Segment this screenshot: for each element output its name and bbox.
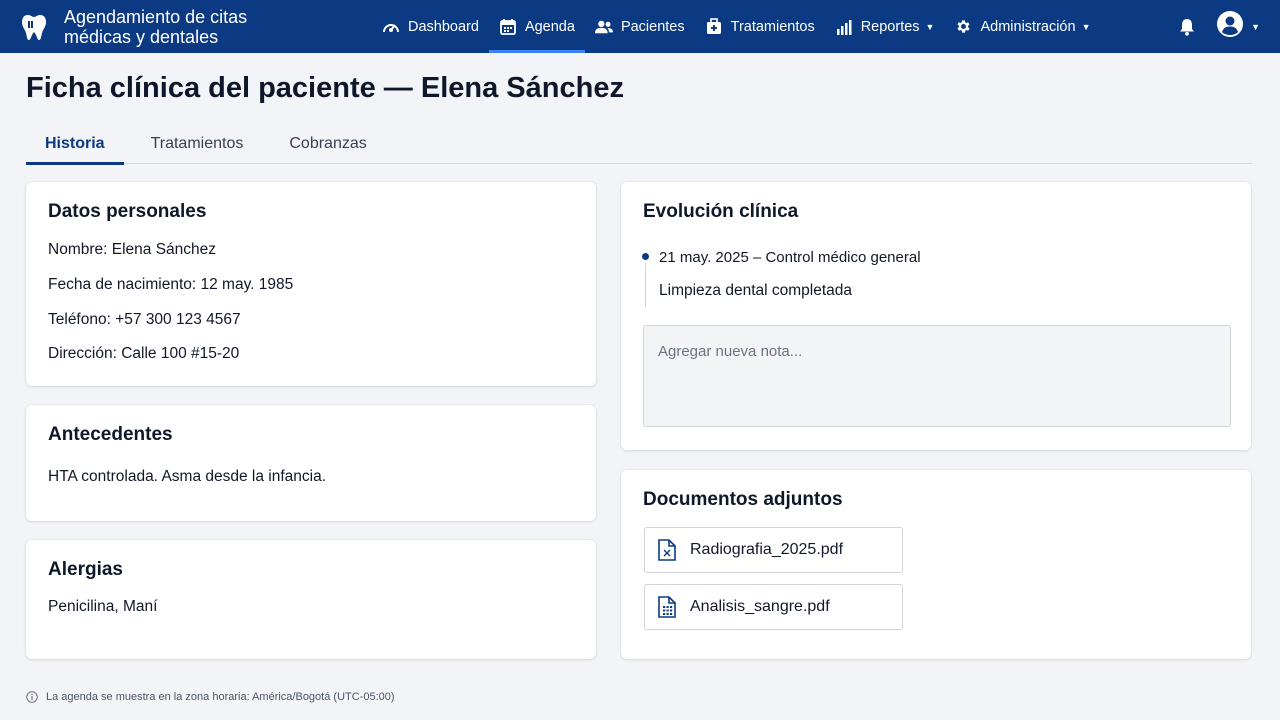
calendar-icon <box>499 18 517 36</box>
nav-pacientes-label: Pacientes <box>620 18 685 35</box>
nav-agenda[interactable]: Agenda <box>488 0 585 53</box>
nav-administracion[interactable]: Administración ▼ <box>944 0 1100 53</box>
nav-dashboard[interactable]: Dashboard <box>372 0 489 53</box>
nav-pacientes[interactable]: Pacientes <box>585 0 695 53</box>
bar-chart-icon <box>835 18 853 36</box>
document-item-analisis[interactable]: Analisis_sangre.pdf <box>644 584 903 630</box>
antecedentes-card: Antecedentes HTA controlada. Asma desde … <box>26 405 596 521</box>
page-title: Ficha clínica del paciente — Elena Sánch… <box>26 72 624 104</box>
users-icon <box>594 18 613 36</box>
main-nav: Dashboard Agenda Pacientes Tratamientos … <box>372 0 1100 53</box>
dashboard-gauge-icon <box>382 18 400 36</box>
timeline-entry-note: Limpieza dental completada <box>659 282 853 299</box>
patient-birthdate: Fecha de nacimiento: 12 may. 1985 <box>48 276 294 293</box>
clinical-evolution-card: Evolución clínica 21 may. 2025 – Control… <box>621 182 1251 450</box>
tooth-logo-icon <box>20 13 48 41</box>
info-icon <box>26 691 38 703</box>
attached-documents-heading: Documentos adjuntos <box>643 489 843 510</box>
document-item-radiografia[interactable]: Radiografia_2025.pdf <box>644 527 903 573</box>
patient-tabs: Historia Tratamientos Cobranzas <box>26 124 1252 165</box>
top-navbar: Agendamiento de citas médicas y dentales… <box>0 0 1280 53</box>
chevron-down-icon: ▼ <box>1081 21 1091 32</box>
top-actions: ▼ <box>1179 0 1260 53</box>
alergias-text: Penicilina, Maní <box>48 598 158 615</box>
timezone-note-text: La agenda se muestra en la zona horaria:… <box>46 691 395 703</box>
app-title: Agendamiento de citas médicas y dentales <box>64 6 248 47</box>
spreadsheet-file-icon <box>657 596 677 618</box>
document-name: Radiografia_2025.pdf <box>690 541 844 558</box>
timeline-dot <box>642 253 649 260</box>
patient-address: Dirección: Calle 100 #15-20 <box>48 345 240 362</box>
alergias-heading: Alergias <box>48 559 123 580</box>
chevron-down-icon: ▼ <box>925 21 935 32</box>
nav-agenda-label: Agenda <box>524 18 575 35</box>
patient-name: Nombre: Elena Sánchez <box>48 241 217 258</box>
nav-reportes[interactable]: Reportes ▼ <box>825 0 945 53</box>
nav-administracion-label: Administración <box>980 18 1076 35</box>
account-menu[interactable]: ▼ <box>1217 11 1260 42</box>
timeline-line <box>645 263 646 307</box>
timezone-note: La agenda se muestra en la zona horaria:… <box>26 691 395 703</box>
document-name: Analisis_sangre.pdf <box>690 598 830 615</box>
notifications-bell-icon[interactable] <box>1179 18 1195 36</box>
tab-tratamientos[interactable]: Tratamientos <box>132 124 263 164</box>
tab-cobranzas[interactable]: Cobranzas <box>270 124 385 164</box>
antecedentes-text: HTA controlada. Asma desde la infancia. <box>48 468 327 485</box>
nav-tratamientos[interactable]: Tratamientos <box>695 0 825 53</box>
personal-data-card: Datos personales Nombre: Elena Sánchez F… <box>26 182 596 386</box>
user-avatar-icon <box>1217 11 1244 42</box>
antecedentes-heading: Antecedentes <box>48 424 173 445</box>
alergias-card: Alergias Penicilina, Maní <box>26 540 596 659</box>
clinical-evolution-heading: Evolución clínica <box>643 201 799 222</box>
medkit-icon <box>705 18 723 36</box>
timeline-entry-date: 21 may. 2025 – Control médico general <box>659 249 921 266</box>
patient-phone: Teléfono: +57 300 123 4567 <box>48 311 241 328</box>
tab-historia[interactable]: Historia <box>26 124 124 165</box>
personal-data-heading: Datos personales <box>48 201 207 222</box>
pdf-file-icon <box>657 539 677 561</box>
nav-dashboard-label: Dashboard <box>408 18 479 35</box>
chevron-down-icon: ▼ <box>1251 21 1260 32</box>
new-note-textarea[interactable] <box>643 325 1231 427</box>
gear-icon <box>954 18 972 36</box>
brand[interactable]: Agendamiento de citas médicas y dentales <box>20 0 284 53</box>
nav-tratamientos-label: Tratamientos <box>730 18 815 35</box>
attached-documents-card: Documentos adjuntos Radiografia_2025.pdf… <box>621 470 1251 659</box>
nav-reportes-label: Reportes <box>860 18 920 35</box>
